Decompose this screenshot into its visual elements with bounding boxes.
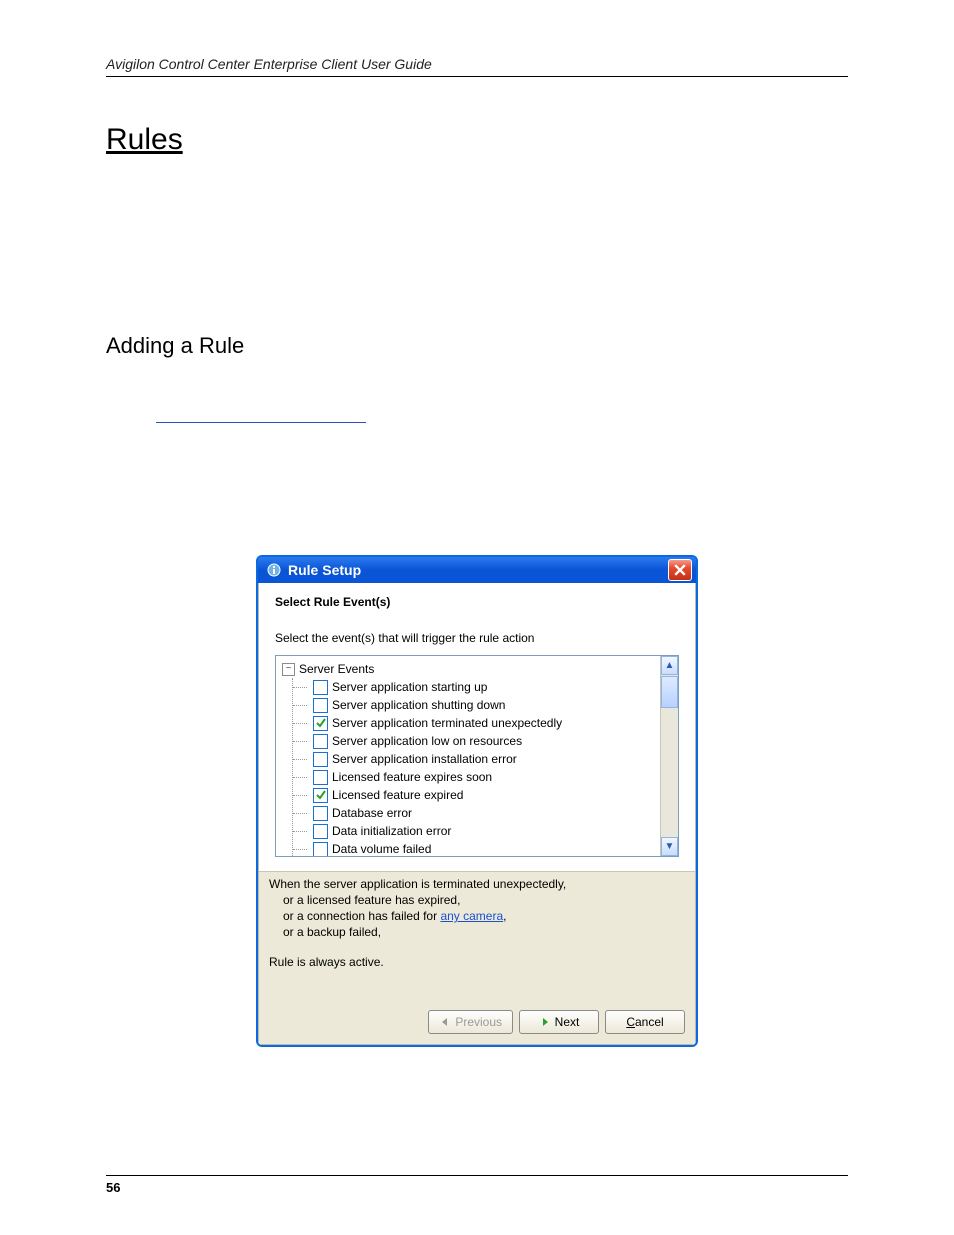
section-title: Select Rule Event(s) xyxy=(275,595,679,609)
tree-item[interactable]: Licensed feature expires soon xyxy=(293,768,656,786)
tree-item-label: Server application low on resources xyxy=(332,732,522,750)
step-2: Click Rules. xyxy=(152,434,848,458)
rule-line-3: or a connection has failed for any camer… xyxy=(269,908,685,924)
step-1-link: See Accessing the Server Setup for more … xyxy=(152,410,848,434)
checkbox[interactable] xyxy=(313,752,328,767)
scroll-thumb[interactable] xyxy=(661,676,678,708)
tree-item[interactable]: Data initialization error xyxy=(293,822,656,840)
running-header: Avigilon Control Center Enterprise Clien… xyxy=(106,56,848,77)
cancel-button[interactable]: Cancel xyxy=(605,1010,685,1034)
checkbox[interactable] xyxy=(313,680,328,695)
tree-item-label: Data initialization error xyxy=(332,822,451,840)
tree-item-label: Server application shutting down xyxy=(332,696,505,714)
scrollbar[interactable]: ▲ ▼ xyxy=(660,656,678,856)
button-bar: Previous Next Cancel xyxy=(259,980,695,1044)
scroll-up-icon[interactable]: ▲ xyxy=(661,656,678,675)
tree-item[interactable]: Server application low on resources xyxy=(293,732,656,750)
tree-item[interactable]: Server application terminated unexpected… xyxy=(293,714,656,732)
tree-item-label: Server application starting up xyxy=(332,678,487,696)
intro-paragraph-2: If the default notification options are … xyxy=(106,266,848,311)
close-button[interactable] xyxy=(668,559,692,581)
intro-paragraph-1: Rules allow you to trigger specific acti… xyxy=(106,199,848,244)
checkbox[interactable] xyxy=(313,806,328,821)
scroll-down-icon[interactable]: ▼ xyxy=(661,837,678,856)
any-camera-link[interactable]: any camera xyxy=(440,909,503,923)
tree-item[interactable]: Server application installation error xyxy=(293,750,656,768)
window-title: Rule Setup xyxy=(288,562,662,578)
checkbox[interactable] xyxy=(313,734,328,749)
tree-item-label: Server application installation error xyxy=(332,750,517,768)
tree-root-label: Server Events xyxy=(299,660,374,678)
checkbox[interactable] xyxy=(313,770,328,785)
heading-rules: Rules xyxy=(106,123,848,157)
step-3: In the Rules dialog box, click Add. xyxy=(152,458,848,482)
tree-item[interactable]: Server application starting up xyxy=(293,678,656,696)
rule-line-4: or a backup failed, xyxy=(269,924,685,940)
next-button[interactable]: Next xyxy=(519,1010,599,1034)
numbered-steps: Right-click a server in the System Explo… xyxy=(106,387,848,530)
tree-item-label: Server application terminated unexpected… xyxy=(332,714,562,732)
link-accessing-server-setup[interactable] xyxy=(156,422,366,423)
tree-item-label: Licensed feature expired xyxy=(332,786,463,804)
rule-description: When the server application is terminate… xyxy=(259,871,695,980)
tree-item[interactable]: Server application shutting down xyxy=(293,696,656,714)
section-subtitle: Select the event(s) that will trigger th… xyxy=(275,631,679,645)
checkbox[interactable] xyxy=(313,716,328,731)
checkbox[interactable] xyxy=(313,698,328,713)
tree-root[interactable]: − Server Events xyxy=(282,660,656,678)
expander-minus-icon[interactable]: − xyxy=(282,663,295,676)
step-4: Select the events that will trigger the … xyxy=(152,482,848,530)
tree-item[interactable]: Licensed feature expired xyxy=(293,786,656,804)
arrow-left-icon xyxy=(439,1016,451,1028)
heading-adding-a-rule: Adding a Rule xyxy=(106,333,848,359)
tree-item[interactable]: Database error xyxy=(293,804,656,822)
arrow-right-icon xyxy=(539,1016,551,1028)
tree-item-label: Licensed feature expires soon xyxy=(332,768,492,786)
rule-line-2: or a licensed feature has expired, xyxy=(269,892,685,908)
scroll-track[interactable] xyxy=(661,708,678,837)
checkbox[interactable] xyxy=(313,788,328,803)
rule-line-1: When the server application is terminate… xyxy=(269,876,685,892)
previous-button[interactable]: Previous xyxy=(428,1010,513,1034)
checkbox[interactable] xyxy=(313,824,328,839)
tree-item[interactable]: Data volume failed xyxy=(293,840,656,857)
step-1: Right-click a server in the System Explo… xyxy=(152,387,848,411)
titlebar[interactable]: Rule Setup xyxy=(258,557,696,583)
tree-item-label: Database error xyxy=(332,804,412,822)
tree-item-label: Data volume failed xyxy=(332,840,431,857)
event-tree: − Server Events Server application start… xyxy=(275,655,679,857)
page: Avigilon Control Center Enterprise Clien… xyxy=(0,0,954,1235)
app-icon xyxy=(266,562,282,578)
checkbox[interactable] xyxy=(313,842,328,857)
rule-line-5: Rule is always active. xyxy=(269,954,685,970)
page-number: 56 xyxy=(106,1175,848,1195)
rule-setup-window: Rule Setup Select Rule Event(s) Select t… xyxy=(256,555,698,1047)
window-body: Select Rule Event(s) Select the event(s)… xyxy=(258,583,696,1045)
